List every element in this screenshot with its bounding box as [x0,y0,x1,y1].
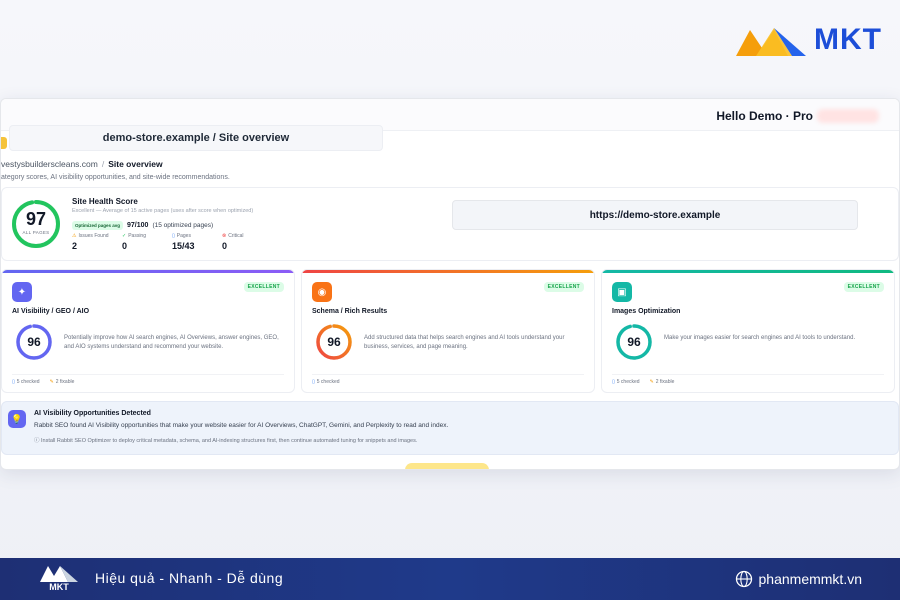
opportunities-description: Rabbit SEO found AI Visibility opportuni… [34,422,449,429]
opportunities-note: ⓘ Install Rabbit SEO Optimizer to deploy… [34,438,418,444]
brand-name: MKT [814,23,882,56]
app-window: Hello Demo · Pro demo-store.example / Si… [0,98,900,470]
stat-value: 0 [222,241,228,251]
fixable-count: ✎ 2 fixable [49,379,75,385]
card-footer: ▯ 5 checked ✎ 2 fixable [612,374,884,385]
page-title: demo-store.example / Site overview [9,125,383,151]
checked-count: ▯ 5 checked [612,379,640,385]
health-score-value: 97 [25,209,47,229]
card-description: Potentially improve how AI search engine… [64,335,279,350]
category-card-schema[interactable]: ◉ EXCELLENT Schema / Rich Results 96 Add… [301,269,595,393]
page-subtitle: ategory scores, AI visibility opportunit… [1,174,230,181]
stat-pages: ▯ Pages 15/43 [172,233,212,251]
fixable-count: ✎ 2 fixable [649,379,675,385]
card-footer: ▯ 5 checked [312,374,584,385]
card-description: Add structured data that helps search en… [364,335,565,350]
card-accent-bar [602,270,894,273]
breadcrumb-site[interactable]: vestysbuilderscleans.com [1,159,98,169]
card-accent-bar [2,270,294,273]
card-title: Schema / Rich Results [312,308,388,315]
stat-label: Pages [176,233,191,239]
footer-logo-text: MKT [49,582,69,592]
website-text[interactable]: phanmemmkt.vn [759,571,862,587]
stat-value: 15/43 [172,241,195,251]
optimized-note: (15 optimized pages) [152,222,214,229]
info-icon: ⓘ [34,438,42,444]
optimized-row: Optimized pages avg 97/100 (15 optimized… [72,221,213,230]
stat-value: 2 [72,241,78,251]
stat-label: Passing [128,233,146,239]
card-score: 96 [627,335,641,349]
mkt-logo-icon [40,566,78,582]
schema-icon: ◉ [312,282,332,302]
category-card-ai-visibility[interactable]: ✦ EXCELLENT AI Visibility / GEO / AIO 96… [1,269,295,393]
category-card-images[interactable]: ▣ EXCELLENT Images Optimization 96 Make … [601,269,895,393]
status-badge: EXCELLENT [843,282,884,292]
card-title: Images Optimization [612,308,681,315]
page-icon: ▯ [172,233,175,239]
wrench-icon: ✎ [649,379,654,385]
footer-website[interactable]: phanmemmkt.vn [735,570,862,588]
footer-logo: MKT [38,562,80,596]
health-stats: ⚠ Issues Found 2 ✓ Passing 0 ▯ Pages 15/43 … [72,233,262,251]
stat-issues: ⚠ Issues Found 2 [72,233,112,251]
optimized-score: 97/100 [127,222,149,229]
health-description: Excellent — Average of 15 active pages (… [72,208,254,214]
card-footer: ▯ 5 checked ✎ 2 fixable [12,374,284,385]
card-title: AI Visibility / GEO / AIO [12,308,90,315]
sidebar-toggle[interactable] [1,137,7,149]
stat-value: 0 [122,241,128,251]
image-icon: ▣ [612,282,632,302]
stat-passing: ✓ Passing 0 [122,233,162,251]
footer-banner: MKT Hiệu quả - Nhanh - Dễ dùng phanmemmk… [0,558,900,600]
user-greeting[interactable]: Hello Demo · Pro [716,109,813,123]
health-title: Site Health Score [72,197,138,206]
card-score-ring: 96 [614,322,654,362]
sparkle-icon: ✦ [12,282,32,302]
file-icon: ▯ [312,379,315,385]
file-icon: ▯ [612,379,615,385]
breadcrumb: vestysbuilderscleans.com / Site overview [1,159,163,169]
card-score-ring: 96 [314,322,354,362]
globe-icon [735,570,752,588]
checked-count: ▯ 5 checked [12,379,40,385]
checked-count: ▯ 5 checked [312,379,340,385]
file-icon: ▯ [12,379,15,385]
opportunities-title: AI Visibility Opportunities Detected [34,410,151,417]
status-badge: EXCELLENT [243,282,284,292]
health-score-label: ALL PAGES [22,230,50,235]
breadcrumb-current: Site overview [108,159,163,169]
x-circle-icon: ⊗ [222,233,227,239]
mkt-logo-icon [736,28,807,56]
card-score-ring: 96 [14,322,54,362]
footer-slogan: Hiệu quả - Nhanh - Dễ dùng [95,570,284,586]
card-score: 96 [27,335,41,349]
card-description: Make your images easier for search engin… [664,335,856,341]
brand-logo: MKT [734,22,882,58]
lightbulb-icon: 💡 [8,410,26,428]
wrench-icon: ✎ [49,379,54,385]
install-button[interactable] [405,463,489,469]
breadcrumb-separator: / [101,159,105,169]
check-circle-icon: ✓ [122,233,127,239]
site-health-card: 97 ALL PAGES Site Health Score Excellent… [1,187,899,261]
card-score: 96 [327,335,341,349]
ai-opportunities-panel: 💡 AI Visibility Opportunities Detected R… [1,401,899,455]
stat-label: Critical [228,233,244,239]
stat-critical: ⊗ Critical 0 [222,233,262,251]
site-url-field[interactable]: https://demo-store.example [452,200,858,230]
stat-label: Issues Found [78,233,109,239]
health-score-ring: 97 ALL PAGES [10,198,62,250]
status-badge: EXCELLENT [543,282,584,292]
card-accent-bar [302,270,594,273]
optimized-badge: Optimized pages avg [72,221,124,230]
redacted-area [817,109,879,123]
warning-icon: ⚠ [72,233,77,239]
